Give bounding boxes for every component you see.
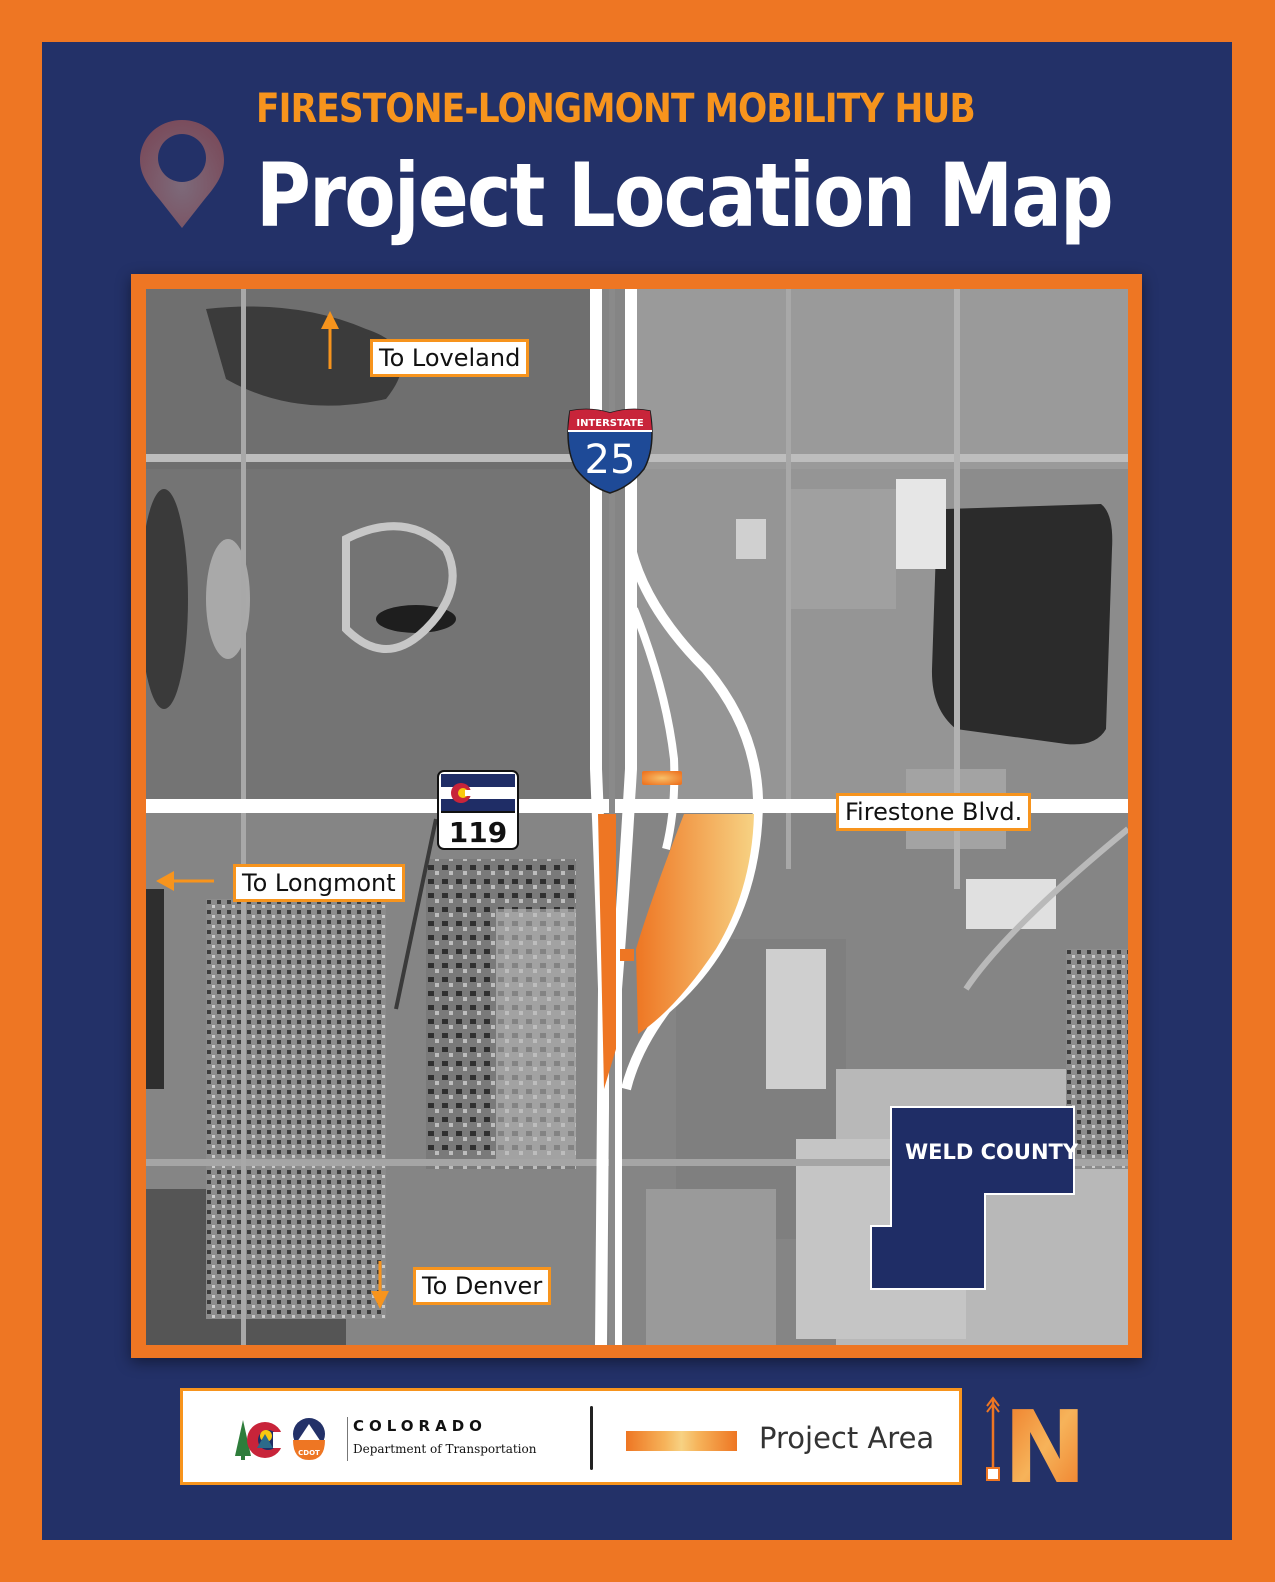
label-to-longmont: To Longmont — [233, 864, 405, 902]
map-title: Project Location Map — [256, 144, 1114, 247]
interstate-shield-number: 25 — [585, 437, 636, 483]
interstate-25-shield: INTERSTATE 25 — [564, 407, 656, 495]
location-pin-icon — [140, 120, 224, 228]
cdot-logo-icon: CDOT — [235, 1418, 325, 1460]
logo-divider — [347, 1417, 348, 1461]
label-to-loveland: To Loveland — [370, 339, 530, 377]
state-highway-119-shield: 119 — [437, 770, 519, 850]
project-area-swatch — [626, 1431, 737, 1451]
cdot-badge-text: CDOT — [298, 1449, 320, 1457]
legend-separator — [590, 1406, 593, 1470]
agency-name: COLORADO — [353, 1417, 487, 1435]
weld-county-label: WELD COUNTY — [905, 1140, 1079, 1164]
north-letter: N — [1003, 1390, 1087, 1485]
north-arrow-icon: N — [986, 1390, 1087, 1485]
interstate-shield-top-text: INTERSTATE — [576, 418, 643, 429]
label-to-denver: To Denver — [413, 1267, 552, 1305]
project-area-legend-label: Project Area — [759, 1421, 935, 1455]
map-subtitle: FIRESTONE-LONGMONT MOBILITY HUB — [256, 86, 976, 132]
legend-box: CDOT COLORADO Department of Transportati… — [180, 1388, 962, 1485]
agency-department: Department of Transportation — [353, 1442, 537, 1456]
label-firestone-blvd: Firestone Blvd. — [836, 793, 1032, 831]
state-highway-number: 119 — [449, 816, 507, 849]
project-area-north-parcel — [642, 771, 682, 785]
